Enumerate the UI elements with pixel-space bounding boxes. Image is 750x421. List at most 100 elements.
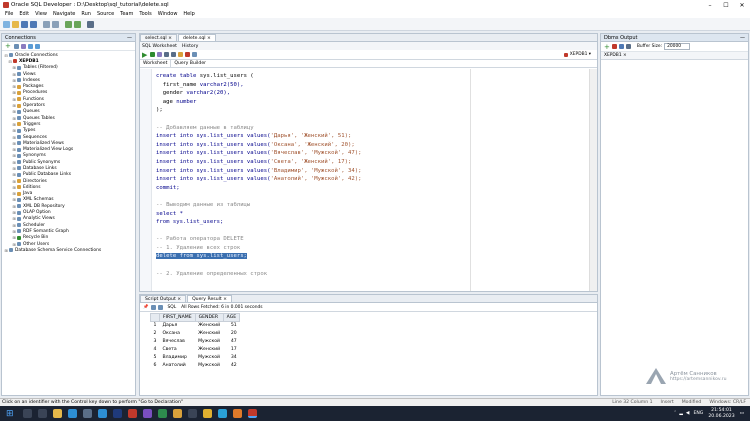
export-icon[interactable]: [158, 304, 164, 310]
excel-icon[interactable]: [157, 409, 167, 418]
app-icon[interactable]: [232, 409, 242, 418]
tab-select-sql[interactable]: select.sql ×: [140, 34, 178, 41]
app-icon[interactable]: [142, 409, 152, 418]
search-icon[interactable]: [22, 409, 32, 418]
autotrace-icon[interactable]: [157, 52, 163, 57]
enable-output-icon[interactable]: +: [604, 43, 610, 51]
close-panel-icon[interactable]: —: [127, 35, 132, 41]
connections-title: Connections: [5, 34, 36, 41]
explain-icon[interactable]: [178, 52, 184, 57]
clock[interactable]: 21:54:01 20.06.2023: [708, 408, 734, 419]
minimize-button[interactable]: –: [702, 0, 718, 10]
new-icon[interactable]: [3, 20, 10, 28]
pdf-icon[interactable]: [127, 409, 137, 418]
tray-up-icon[interactable]: ˄: [674, 411, 676, 416]
dbms-output-title: Dbms Output: [604, 34, 638, 41]
start-icon[interactable]: ⊞: [6, 409, 14, 419]
pin-icon[interactable]: 📌: [143, 305, 148, 310]
selected-statement[interactable]: delete from sys.list_users;: [156, 253, 247, 260]
open-icon[interactable]: [12, 20, 19, 28]
run-script-icon[interactable]: [150, 52, 156, 57]
sql-icon[interactable]: [87, 20, 94, 28]
col-gender[interactable]: GENDER: [194, 313, 224, 322]
refresh-results-icon[interactable]: [151, 304, 157, 310]
gutter: [140, 69, 152, 291]
edge-icon[interactable]: [67, 409, 77, 418]
commit-icon[interactable]: [164, 52, 170, 57]
tab-worksheet[interactable]: Worksheet: [140, 60, 172, 67]
save-icon[interactable]: [21, 20, 28, 28]
menu-navigate[interactable]: Navigate: [53, 11, 75, 17]
back-icon[interactable]: [65, 20, 72, 28]
tab-sql-worksheet[interactable]: SQL Worksheet: [142, 44, 177, 49]
col-first-name[interactable]: FIRST_NAME: [158, 313, 196, 322]
worksheet-tabs: Worksheet Query Builder: [140, 60, 597, 68]
tree-schema-service[interactable]: ⊞ Database Schema Service Connections: [4, 247, 133, 253]
tab-query-result[interactable]: Query Result ×: [187, 295, 232, 302]
tab-delete-sql[interactable]: delete.sql ×: [178, 34, 216, 41]
notifications-icon[interactable]: ▭: [740, 411, 744, 416]
store-icon[interactable]: [82, 409, 92, 418]
dbms-connection-tab[interactable]: XEPDB1 ×: [601, 52, 748, 60]
add-connection-icon[interactable]: +: [5, 42, 11, 50]
volume-icon[interactable]: ◀: [686, 411, 690, 416]
table-row[interactable]: 5 Владимир Мужской 34: [151, 354, 240, 362]
save-all-icon[interactable]: [30, 20, 37, 28]
editor-scrollbar[interactable]: [589, 69, 597, 291]
sql-developer-icon[interactable]: [247, 409, 257, 418]
app-icon[interactable]: [187, 409, 197, 418]
sql-label[interactable]: SQL: [167, 305, 176, 310]
language-indicator[interactable]: ENG: [693, 411, 703, 416]
connection-selector[interactable]: XEPDB1 ▾: [563, 52, 591, 57]
table-row[interactable]: 1 Дарья Женский 51: [151, 322, 240, 330]
taskbar: ⊞ ˄ ▂ ◀ ENG 21:54:01 20.06.2023 ▭: [0, 406, 750, 421]
import-icon[interactable]: [34, 43, 40, 49]
fetch-info: All Rows Fetched: 6 in 0.001 seconds: [181, 304, 263, 310]
app-icon[interactable]: [172, 409, 182, 418]
menu-tools[interactable]: Tools: [139, 11, 151, 17]
close-panel-icon[interactable]: —: [740, 35, 745, 41]
menu-view[interactable]: View: [35, 11, 47, 17]
close-button[interactable]: ✕: [734, 0, 750, 10]
tab-script-output[interactable]: Script Output ×: [140, 295, 187, 302]
format-icon[interactable]: [185, 52, 191, 57]
refresh-icon[interactable]: [13, 43, 19, 49]
buffer-size-input[interactable]: 20000: [664, 43, 691, 50]
menu-help[interactable]: Help: [183, 11, 194, 17]
menu-source[interactable]: Source: [97, 11, 114, 17]
menu-team[interactable]: Team: [120, 11, 133, 17]
menu-file[interactable]: File: [5, 11, 13, 17]
menu-run[interactable]: Run: [81, 11, 91, 17]
clear-output-icon[interactable]: [611, 44, 617, 49]
clear-icon[interactable]: [192, 52, 198, 57]
tab-history[interactable]: History: [182, 44, 198, 49]
table-row[interactable]: 2 Оксана Женский 20: [151, 330, 240, 338]
menu-window[interactable]: Window: [158, 11, 178, 17]
network-icon[interactable]: ▂: [679, 411, 683, 416]
col-age[interactable]: AGE: [222, 313, 241, 322]
table-row[interactable]: 6 Анатолий Мужской 42: [151, 362, 240, 370]
print-icon[interactable]: [625, 44, 631, 49]
chrome-icon[interactable]: [202, 409, 212, 418]
table-row[interactable]: 4 Света Женский 17: [151, 346, 240, 354]
rollback-icon[interactable]: [171, 52, 177, 57]
maximize-button[interactable]: ☐: [718, 0, 734, 10]
undo-icon[interactable]: [43, 20, 50, 28]
photoshop-icon[interactable]: [112, 409, 122, 418]
run-statement-icon[interactable]: ▶: [142, 51, 147, 59]
mail-icon[interactable]: [97, 409, 107, 418]
filter-icon[interactable]: [20, 43, 26, 49]
save-output-icon[interactable]: [618, 44, 624, 49]
code-editor[interactable]: create table sys.list_users ( first_name…: [140, 69, 597, 291]
watermark-logo-icon: [646, 368, 666, 384]
schema-browser-icon[interactable]: [27, 43, 33, 49]
forward-icon[interactable]: [74, 20, 81, 28]
tab-query-builder[interactable]: Query Builder: [171, 60, 209, 67]
explorer-icon[interactable]: [52, 409, 62, 418]
redo-icon[interactable]: [52, 20, 59, 28]
table-row[interactable]: 3 Вячеслав Мужской 47: [151, 338, 240, 346]
telegram-icon[interactable]: [217, 409, 227, 418]
menu-edit[interactable]: Edit: [19, 11, 29, 17]
task-view-icon[interactable]: [37, 409, 47, 418]
dbms-toolbar: + Buffer Size: 20000: [601, 42, 748, 52]
